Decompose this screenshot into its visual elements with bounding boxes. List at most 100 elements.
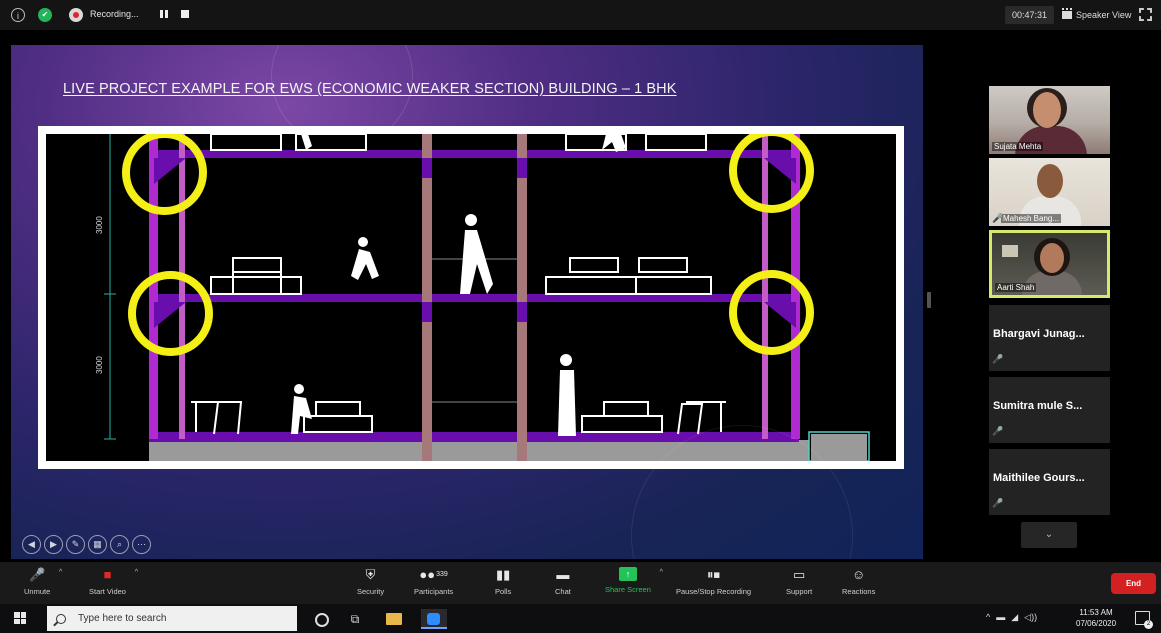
pen-icon[interactable]: ✎	[66, 535, 85, 554]
clock-time: 11:53 AM	[1079, 608, 1113, 617]
security-button[interactable]: ⛨ Security	[357, 567, 384, 596]
taskbar-clock[interactable]: 11:53 AM 07/06/2020	[1076, 607, 1116, 629]
end-meeting-button[interactable]: End	[1111, 573, 1156, 594]
participant-name-tile[interactable]: Maithilee Gours... 🎤	[989, 449, 1110, 515]
speaker-view-label: Speaker View	[1076, 10, 1132, 20]
upper-floor-furniture	[210, 134, 707, 151]
participants-icon: ●●339	[419, 567, 448, 582]
taskbar-search-box[interactable]: Type here to search	[47, 606, 297, 631]
participant-name: Aarti Shah	[995, 283, 1037, 292]
muted-mic-icon: 🎤	[29, 567, 46, 582]
participant-video	[1040, 243, 1064, 273]
annotation-circle-top-left	[122, 134, 207, 215]
polls-button[interactable]: ▮▮ Polls	[495, 567, 511, 596]
notification-count-badge: 2	[1144, 620, 1153, 629]
previous-slide-icon[interactable]: ◀	[22, 535, 41, 554]
slide-title: LIVE PROJECT EXAMPLE FOR EWS (ECONOMIC W…	[63, 81, 677, 97]
file-explorer-icon[interactable]	[384, 609, 404, 629]
reactions-button[interactable]: ☺ Reactions	[842, 567, 875, 596]
recording-icon	[69, 8, 83, 22]
more-options-icon[interactable]: ⋯	[132, 535, 151, 554]
chevron-up-icon[interactable]: ^	[59, 569, 62, 576]
building-section-drawing: 3000 3000	[46, 134, 896, 461]
participant-name: Bhargavi Junag...	[993, 328, 1085, 340]
chevron-up-icon[interactable]: ^	[135, 569, 138, 576]
share-screen-button[interactable]: ↑ ^ Share Screen	[605, 567, 663, 594]
mic-muted-icon: 🎤	[992, 354, 1004, 364]
participant-count: 339	[436, 571, 448, 578]
next-slide-icon[interactable]: ▶	[44, 535, 63, 554]
recording-label: Recording...	[90, 9, 139, 19]
meeting-timer: 00:47:31	[1005, 6, 1055, 24]
fullscreen-icon[interactable]	[1139, 8, 1152, 21]
scroll-down-button[interactable]: ⌄	[1021, 522, 1077, 548]
column-center-right	[517, 134, 527, 461]
participants-button[interactable]: ●●339 Participants	[414, 567, 453, 596]
annotation-circle-middle-left	[128, 271, 213, 356]
share-screen-label: Share Screen	[605, 585, 651, 594]
support-button[interactable]: ▭ Support	[786, 567, 812, 596]
encryption-shield-icon[interactable]: ✔	[38, 8, 52, 22]
speaker-view-icon	[1062, 8, 1072, 19]
info-icon[interactable]: i	[11, 8, 25, 22]
support-icon: ▭	[792, 567, 806, 582]
pause-stop-recording-button[interactable]: ⏸⏹ Pause/Stop Recording	[676, 567, 751, 596]
column-joint	[517, 158, 527, 178]
participant-name-tile[interactable]: Bhargavi Junag... 🎤	[989, 305, 1110, 371]
smiley-icon: ☺	[852, 567, 866, 582]
volume-icon[interactable]: ◁))	[1024, 612, 1037, 623]
column-center-left	[422, 134, 432, 461]
pause-stop-recording-label: Pause/Stop Recording	[676, 587, 752, 596]
video-tile[interactable]: Sujata Mehta	[989, 86, 1110, 154]
slide-grid-icon[interactable]: ▦	[88, 535, 107, 554]
chevron-up-icon[interactable]: ^	[986, 612, 990, 623]
wall-frame	[1002, 245, 1018, 257]
column-joint	[422, 158, 432, 178]
security-label: Security	[357, 587, 385, 596]
battery-icon[interactable]: ▬	[996, 612, 1005, 623]
panel-resize-handle[interactable]	[927, 292, 931, 308]
video-tile[interactable]: Mahesh Bang... 🎤	[989, 158, 1110, 226]
zoom-app-icon[interactable]	[421, 609, 447, 629]
participants-label: Participants	[414, 587, 454, 596]
slab-ground	[149, 432, 799, 442]
pause-recording-icon[interactable]	[160, 10, 168, 18]
speaker-view-button[interactable]: Speaker View	[1058, 6, 1135, 24]
clock-date: 07/06/2020	[1076, 619, 1117, 628]
chevron-up-icon[interactable]: ^	[660, 569, 663, 576]
chat-icon: ▬	[556, 567, 570, 582]
cortana-icon[interactable]	[311, 609, 331, 629]
slideshow-toolbar: ◀ ▶ ✎ ▦ ⌕ ⋯	[22, 535, 151, 554]
stop-recording-icon[interactable]	[181, 10, 189, 18]
step	[811, 434, 867, 461]
pause-stop-icon: ⏸⏹	[707, 567, 721, 582]
start-video-button[interactable]: ■ ^ Start Video	[89, 567, 138, 596]
participant-name: Mahesh Bang...	[1001, 214, 1062, 223]
annotation-circle-middle-right	[729, 270, 814, 355]
participant-video	[1037, 164, 1063, 198]
chat-button[interactable]: ▬ Chat	[555, 567, 571, 596]
column-joint	[517, 302, 527, 322]
video-tile-active-speaker[interactable]: Aarti Shah	[989, 230, 1110, 298]
task-view-icon[interactable]: ⧉	[345, 609, 365, 629]
shared-screen-slide: LIVE PROJECT EXAMPLE FOR EWS (ECONOMIC W…	[11, 45, 923, 559]
slab-middle	[149, 294, 799, 302]
shield-icon: ⛨	[365, 567, 376, 582]
meeting-status-bar: i ✔ Recording... 00:47:31 Speaker View	[0, 0, 1161, 30]
participant-name: Maithilee Gours...	[993, 472, 1085, 484]
dimension-label-upper: 3000	[95, 216, 104, 234]
zoom-icon[interactable]: ⌕	[110, 535, 129, 554]
search-icon	[56, 613, 66, 624]
chat-label: Chat	[555, 587, 571, 596]
video-off-icon: ■	[103, 567, 112, 582]
windows-start-icon[interactable]	[14, 612, 26, 624]
dimension-label-lower: 3000	[95, 356, 104, 374]
unmute-button[interactable]: 🎤 ^ Unmute	[24, 567, 62, 596]
reactions-label: Reactions	[842, 587, 876, 596]
network-icon[interactable]: ◢	[1011, 612, 1018, 623]
ground-floor-furniture	[191, 401, 726, 435]
participant-name: Sujata Mehta	[992, 142, 1044, 151]
share-screen-icon: ↑	[618, 567, 637, 581]
participant-name-tile[interactable]: Sumitra mule S... 🎤	[989, 377, 1110, 443]
section-drawing-frame: 3000 3000	[38, 126, 904, 469]
